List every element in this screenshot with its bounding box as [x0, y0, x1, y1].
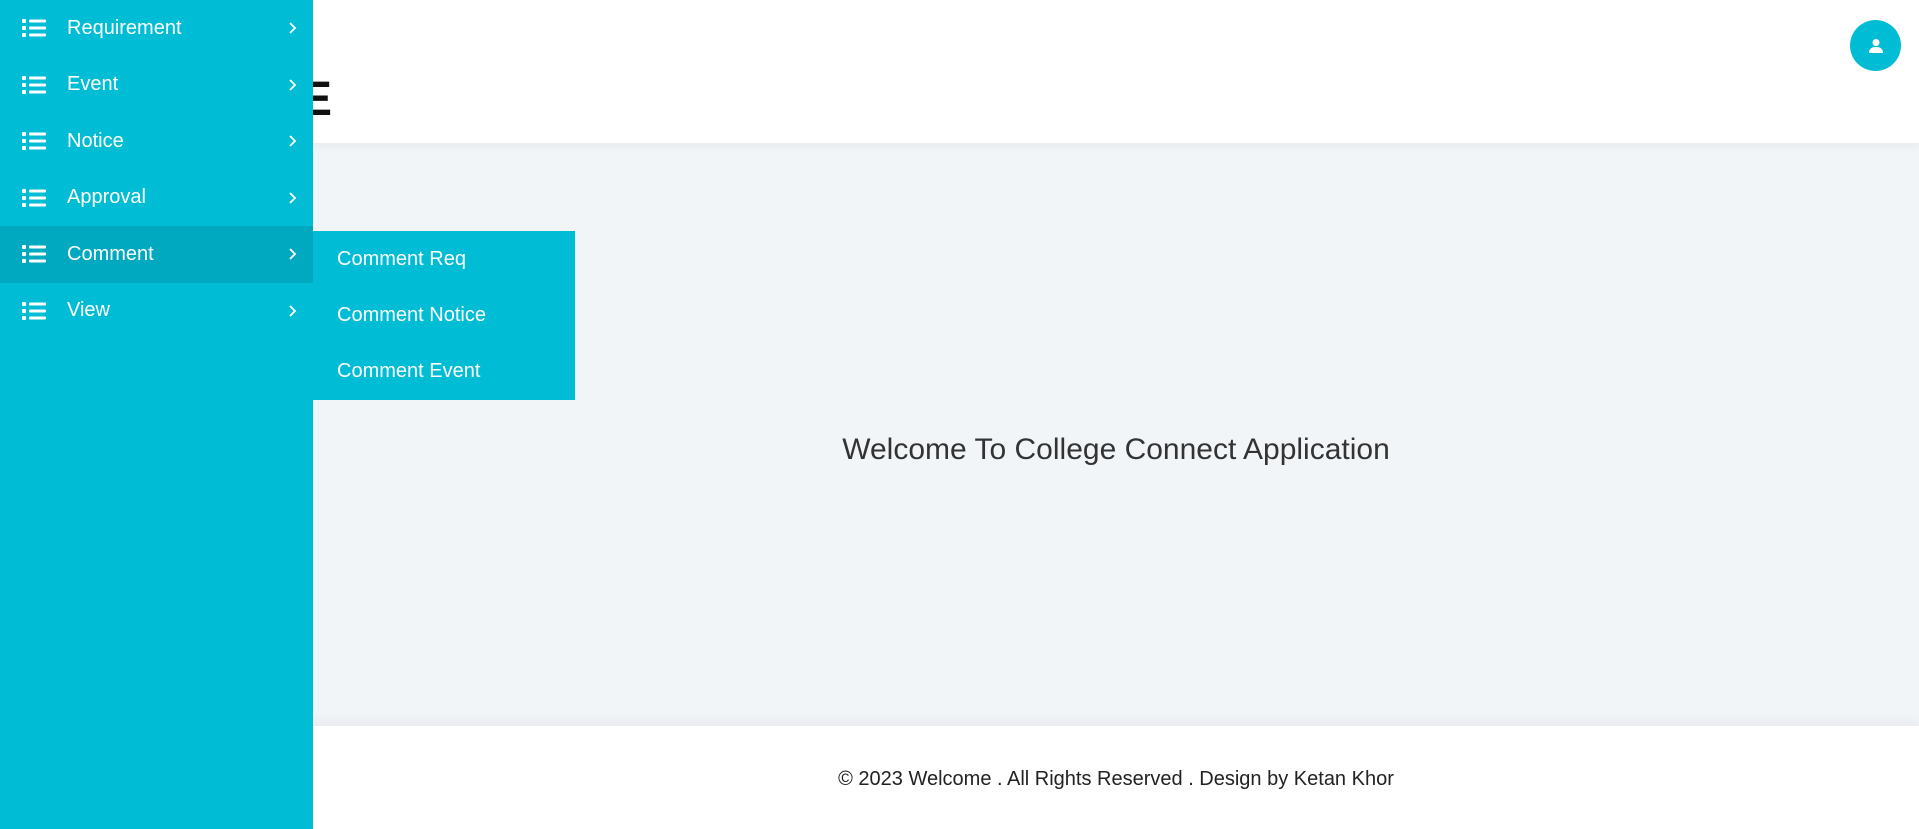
welcome-heading: Welcome To College Connect Application [842, 433, 1390, 466]
submenu-item-comment-notice[interactable]: Comment Notice [313, 287, 575, 343]
sidebar-item-event[interactable]: Event [0, 57, 313, 114]
sidebar-item-label: Approval [67, 186, 146, 209]
submenu-item-comment-event[interactable]: Comment Event [313, 344, 575, 400]
sidebar-item-label: Event [67, 73, 119, 96]
sidebar-menu: Requirement Event Notice Approval Commen… [0, 0, 313, 339]
list-icon [22, 19, 46, 38]
chevron-right-icon [289, 248, 297, 260]
sidebar: Requirement Event Notice Approval Commen… [0, 0, 313, 829]
sidebar-item-view[interactable]: View [0, 283, 313, 340]
sidebar-item-label: Comment [67, 242, 154, 265]
list-icon [22, 245, 46, 264]
chevron-right-icon [289, 79, 297, 91]
list-icon [22, 132, 46, 151]
sidebar-item-label: Notice [67, 129, 124, 152]
footer-copyright: © 2023 Welcome . All Rights Reserved . D… [838, 768, 1394, 790]
sidebar-item-label: Requirement [67, 16, 182, 39]
comment-submenu: Comment Req Comment Notice Comment Event [313, 231, 575, 400]
chevron-right-icon [289, 192, 297, 204]
chevron-right-icon [289, 22, 297, 34]
sidebar-item-approval[interactable]: Approval [0, 170, 313, 227]
sidebar-item-requirement[interactable]: Requirement [0, 0, 313, 57]
submenu-item-comment-req[interactable]: Comment Req [313, 231, 575, 287]
user-icon [1868, 38, 1883, 53]
list-icon [22, 188, 46, 207]
chevron-right-icon [289, 135, 297, 147]
list-icon [22, 75, 46, 94]
sidebar-item-label: View [67, 299, 110, 322]
list-icon [22, 301, 46, 320]
chevron-right-icon [289, 305, 297, 317]
sidebar-item-comment[interactable]: Comment [0, 226, 313, 283]
sidebar-item-notice[interactable]: Notice [0, 113, 313, 170]
user-avatar-button[interactable] [1850, 20, 1901, 71]
